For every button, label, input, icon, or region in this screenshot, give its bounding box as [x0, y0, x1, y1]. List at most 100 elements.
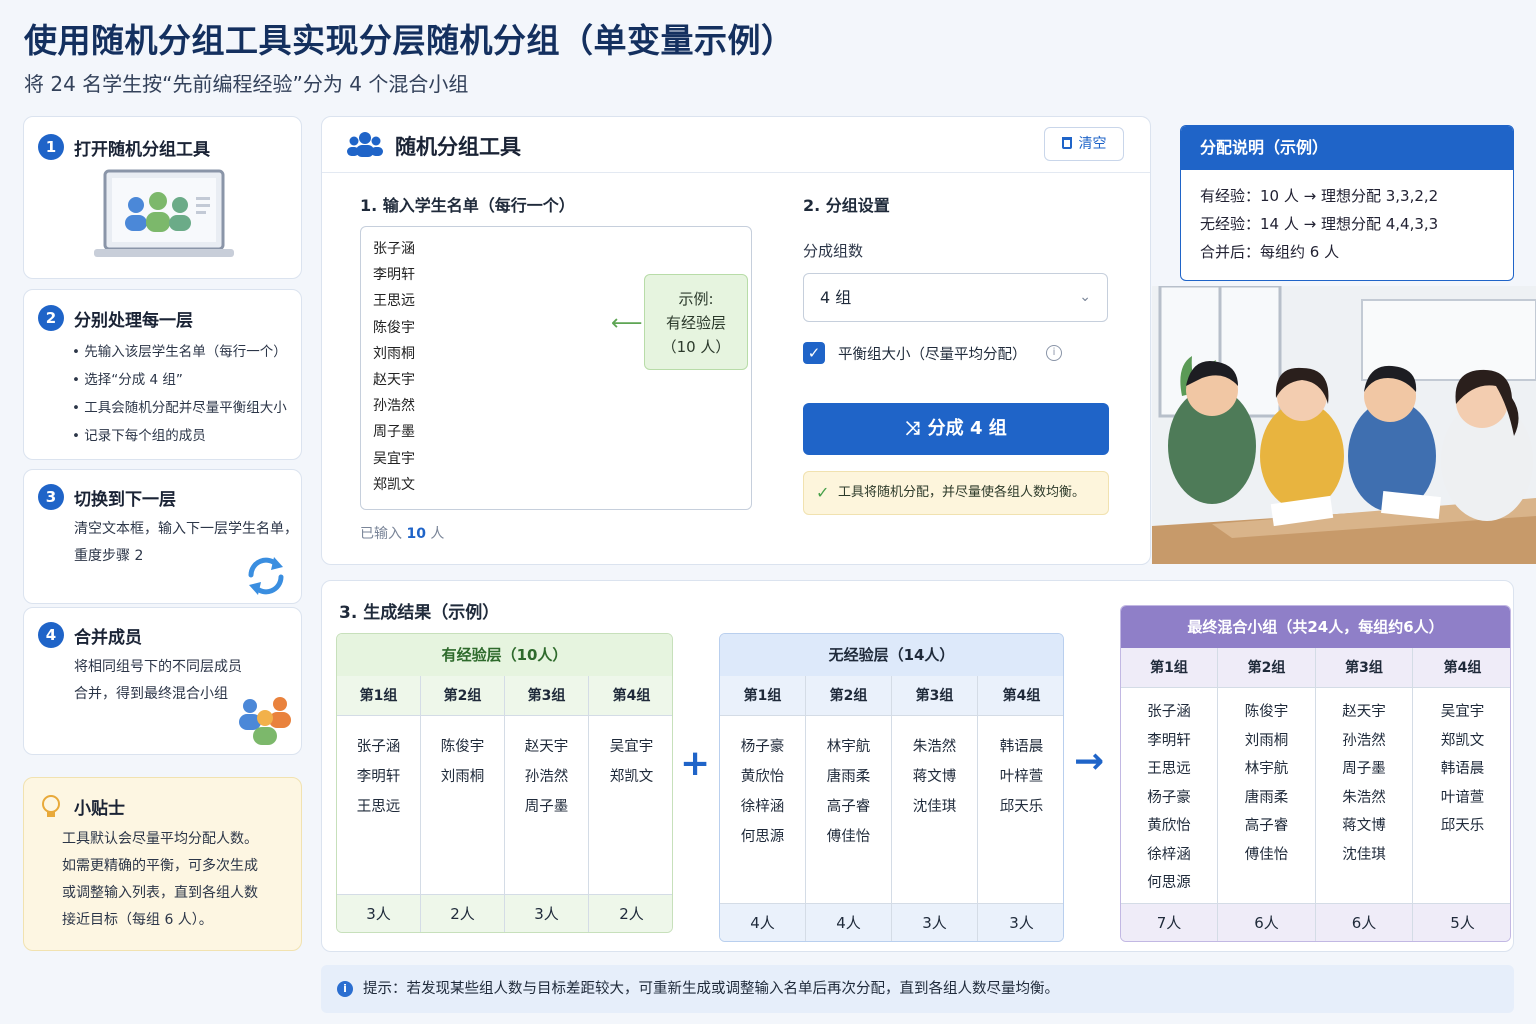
- group-header: 第2组: [421, 676, 504, 716]
- notice-text: 工具将随机分配，并尽量使各组人数均衡。: [838, 485, 1086, 500]
- group-count-select[interactable]: 4 组 ⌄: [803, 273, 1108, 322]
- student-list-textarea[interactable]: 张子涵 李明轩 王思远 陈俊宇 刘雨桐 赵天宇 孙浩然 周子墨 吴宜宇 郑凯文 …: [360, 226, 752, 510]
- member-name: 傅佳怡: [1244, 846, 1289, 863]
- member-name: 朱浩然: [1342, 789, 1386, 806]
- member-name: 高子睿: [826, 799, 871, 815]
- balance-label: 平衡组大小（尽量平均分配）: [838, 347, 1027, 363]
- info-line: 合并后：每组约 6 人: [1200, 243, 1340, 261]
- group-members: 赵天宇 孙浩然 周子墨 朱浩然 蒋文博 沈佳琪: [1316, 698, 1412, 869]
- group-members: 陈俊宇 刘雨桐: [421, 732, 504, 792]
- group-header: 第2组: [806, 676, 891, 716]
- group-header: 第4组: [589, 676, 672, 716]
- step-4-number: 4: [38, 622, 64, 648]
- member-name: 高子睿: [1244, 818, 1289, 834]
- plus-sign: +: [680, 743, 711, 784]
- member-name: 刘雨桐: [1244, 732, 1289, 749]
- student-name: 周子墨: [373, 424, 415, 441]
- step-1-number: 1: [38, 134, 64, 160]
- group-header: 第3组: [1316, 648, 1412, 688]
- group-header: 第4组: [978, 676, 1063, 716]
- example-callout: 示例: 有经验层 （10 人）: [644, 274, 748, 370]
- member-name: 徐梓涵: [1147, 846, 1191, 863]
- count-value: 10: [406, 526, 426, 542]
- tip-line: 如需更精确的平衡，可多次生成: [62, 858, 258, 874]
- shuffle-icon: ⤨: [905, 418, 920, 439]
- student-name: 吴宜宇: [373, 450, 415, 467]
- lightbulb-icon: [42, 795, 60, 817]
- group-count-value: 4 组: [820, 288, 852, 307]
- group-column: 第3组 赵天宇 孙浩然 周子墨 朱浩然 蒋文博 沈佳琪 6人: [1316, 648, 1413, 941]
- member-name: 郑凯文: [609, 769, 654, 785]
- section-1-title: 1. 输入学生名单（每行一个）: [360, 196, 575, 215]
- group-header: 第1组: [337, 676, 420, 716]
- step-2-number: 2: [38, 305, 64, 331]
- results-title: 3. 生成结果（示例）: [339, 603, 500, 623]
- student-name: 王思远: [373, 293, 415, 310]
- member-name: 沈佳琪: [912, 799, 957, 815]
- tip-title: 小贴士: [74, 799, 125, 819]
- step-4-line: 合并，得到最终混合小组: [74, 686, 228, 702]
- member-name: 李明轩: [356, 769, 401, 785]
- group-members: 朱浩然 蒋文博 沈佳琪: [892, 732, 977, 822]
- member-name: 邱天乐: [999, 799, 1044, 815]
- group-members: 张子涵 李明轩 王思远 杨子豪 黄欣怡 徐梓涵 何思源: [1121, 698, 1217, 898]
- group-column: 第1组 张子涵 李明轩 王思远 杨子豪 黄欣怡 徐梓涵 何思源 7人: [1121, 648, 1218, 941]
- split-button-label: 分成 4 组: [927, 418, 1007, 439]
- group-header: 第1组: [720, 676, 805, 716]
- tip-card: 小贴士 工具默认会尽量平均分配人数。 如需更精确的平衡，可多次生成 或调整输入列…: [23, 777, 302, 951]
- member-name: 林宇航: [826, 739, 871, 755]
- group-column: 第4组 韩语晨 叶梓萱 邱天乐 3人: [978, 676, 1063, 941]
- random-group-tool: 随机分组工具 清空 1. 输入学生名单（每行一个） 张子涵 李明轩 王思远 陈俊…: [321, 116, 1151, 565]
- group-count: 3人: [892, 903, 977, 941]
- member-name: 王思远: [1147, 761, 1191, 777]
- step-3-number: 3: [38, 484, 64, 510]
- step-2-bullet: 记录下每个组的成员: [72, 422, 287, 450]
- member-name: 杨子豪: [1147, 789, 1191, 806]
- group-header: 第4组: [1413, 648, 1510, 688]
- results-card: 3. 生成结果（示例） 有经验层（10人） 第1组 张子涵 李明轩 王思远 3人…: [321, 580, 1514, 952]
- step-2-card: 2 分别处理每一层 先输入该层学生名单（每行一个） 选择“分成 4 组” 工具会…: [23, 289, 302, 460]
- info-icon[interactable]: i: [1046, 345, 1062, 361]
- member-name: 叶梓萱: [999, 769, 1044, 785]
- example-line: 有经验层: [665, 314, 726, 332]
- allocation-info-card: 分配说明（示例） 有经验：10 人 → 理想分配 3,3,2,2 无经验：14 …: [1180, 125, 1514, 281]
- arrow-left-icon: ⟵: [611, 311, 643, 336]
- member-name: 沈佳琪: [1342, 846, 1386, 863]
- novice-table-title: 无经验层（14人）: [720, 634, 1063, 676]
- info-line: 有经验：10 人 → 理想分配 3,3,2,2: [1200, 187, 1439, 205]
- balance-checkbox[interactable]: ✓: [803, 342, 825, 364]
- member-name: 周子墨: [524, 799, 569, 815]
- group-members: 吴宜宇 郑凯文 韩语晨 叶谙萱 邱天乐: [1413, 698, 1510, 841]
- group-members: 韩语晨 叶梓萱 邱天乐: [978, 732, 1063, 822]
- chevron-down-icon: ⌄: [1079, 289, 1091, 305]
- experienced-table-title: 有经验层（10人）: [337, 634, 672, 676]
- split-button[interactable]: ⤨ 分成 4 组: [803, 403, 1109, 455]
- clear-button[interactable]: 清空: [1044, 127, 1124, 161]
- info-line: 无经验：14 人 → 理想分配 4,4,3,3: [1200, 215, 1439, 233]
- member-name: 王思远: [356, 799, 401, 815]
- member-name: 郑凯文: [1440, 732, 1485, 749]
- group-column: 第1组 杨子豪 黄欣怡 徐梓涵 何思源 4人: [720, 676, 806, 941]
- group-column: 第4组 吴宜宇 郑凯文 2人: [589, 676, 672, 932]
- group-count: 2人: [589, 894, 672, 932]
- clear-button-label: 清空: [1078, 136, 1107, 152]
- group-count: 4人: [806, 903, 891, 941]
- info-lines: 有经验：10 人 → 理想分配 3,3,2,2 无经验：14 人 → 理想分配 …: [1200, 182, 1438, 266]
- member-name: 徐梓涵: [740, 799, 785, 815]
- step-4-card: 4 合并成员 将相同组号下的不同层成员 合并，得到最终混合小组: [23, 607, 302, 755]
- student-name: 陈俊宇: [373, 319, 415, 336]
- users-icon: [347, 132, 383, 157]
- group-icon: [239, 697, 291, 745]
- final-table-title: 最终混合小组（共24人，每组约6人）: [1121, 606, 1510, 648]
- member-name: 韩语晨: [1440, 761, 1485, 777]
- group-column: 第4组 吴宜宇 郑凯文 韩语晨 叶谙萱 邱天乐 5人: [1413, 648, 1510, 941]
- tool-header: 随机分组工具 清空: [322, 117, 1150, 173]
- student-name: 刘雨桐: [373, 345, 415, 362]
- member-name: 李明轩: [1147, 732, 1191, 749]
- member-name: 陈俊宇: [1244, 704, 1289, 720]
- step-3-line: 清空文本框，输入下一层学生名单，: [74, 521, 298, 537]
- student-name: 孙浩然: [373, 398, 415, 415]
- experienced-table: 有经验层（10人） 第1组 张子涵 李明轩 王思远 3人 第2组 陈俊宇 刘雨桐…: [336, 633, 673, 933]
- check-icon: ✓: [816, 483, 830, 502]
- member-name: 张子涵: [356, 739, 401, 755]
